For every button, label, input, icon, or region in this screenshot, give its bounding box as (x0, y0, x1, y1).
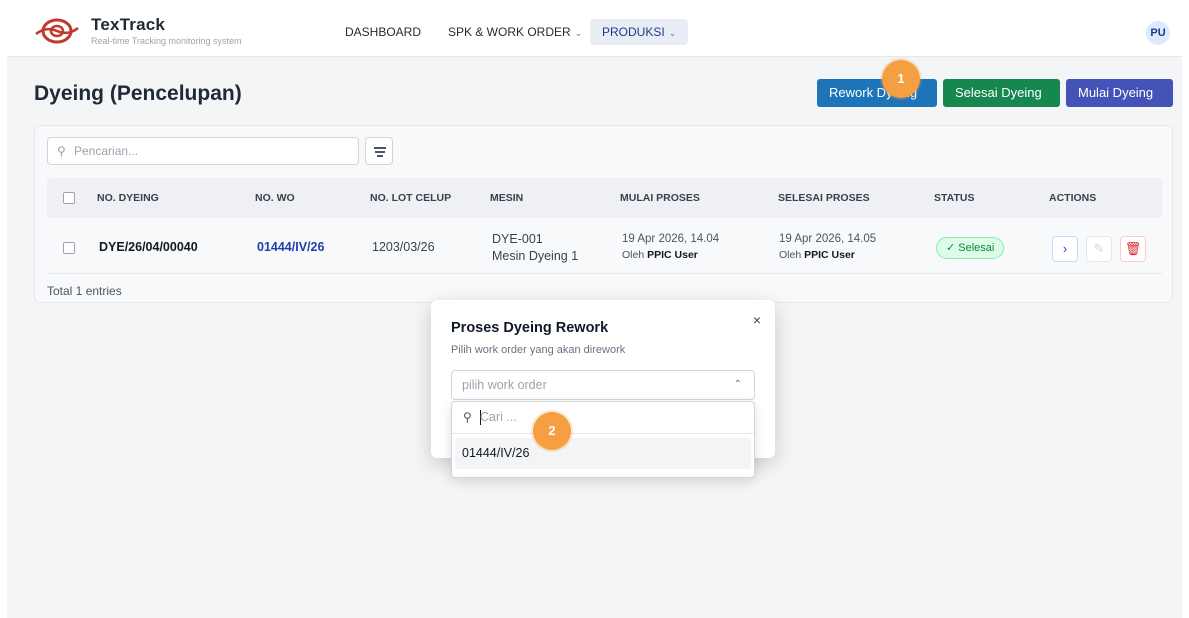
chevron-down-icon: ⌄ (668, 28, 677, 38)
chevron-down-icon: ⌄ (574, 28, 583, 38)
work-order-dropdown: ⚲ Cari ... 01444/IV/26 (451, 401, 755, 478)
select-placeholder: pilih work order (462, 378, 547, 392)
nav-spk-label: SPK & WORK ORDER (448, 25, 571, 39)
search-icon: ⚲ (57, 144, 66, 158)
step-marker-1: 1 (882, 60, 920, 98)
trash-icon: 🗑 (1124, 241, 1142, 256)
table-header: NO. DYEING NO. WO NO. LOT CELUP MESIN MU… (47, 178, 1162, 218)
by-prefix: Oleh (779, 249, 802, 261)
table-row: DYE/26/04/00040 01444/IV/26 1203/03/26 D… (47, 222, 1162, 274)
delete-button[interactable]: 🗑 (1120, 236, 1146, 262)
cell-selesai-by: Oleh PPIC User (779, 248, 855, 263)
work-order-select[interactable]: pilih work order ⌃ (451, 370, 755, 400)
nav-produksi[interactable]: PRODUKSI ⌄ (590, 19, 689, 45)
page-title: Dyeing (Pencelupan) (34, 82, 242, 105)
cell-selesai-time: 19 Apr 2026, 14.05 (779, 233, 877, 245)
mulai-dyeing-button[interactable]: Mulai Dyeing (1066, 79, 1173, 107)
cell-mesin-code: DYE-001 (492, 232, 543, 246)
nav-dashboard-label: DASHBOARD (345, 25, 422, 39)
row-checkbox[interactable] (63, 242, 75, 254)
mulai-user: PPIC User (647, 249, 698, 261)
dyeing-table-card: ⚲ Pencarian... NO. DYEING NO. WO NO. LOT… (34, 125, 1173, 303)
nav-dashboard[interactable]: DASHBOARD (333, 19, 433, 45)
col-selesai-proses[interactable]: SELESAI PROSES (778, 178, 870, 218)
col-mesin[interactable]: MESIN (490, 178, 523, 218)
cell-no-wo-link[interactable]: 01444/IV/26 (257, 240, 324, 254)
check-circle-icon: ✓ (946, 242, 956, 254)
cell-mulai-time: 19 Apr 2026, 14.04 (622, 233, 720, 245)
close-icon[interactable]: × (753, 312, 761, 328)
dropdown-search-placeholder: Cari ... (480, 410, 517, 424)
step-marker-2: 2 (533, 412, 571, 450)
view-detail-button[interactable]: › (1052, 236, 1078, 262)
col-no-wo[interactable]: NO. WO (255, 178, 295, 218)
modal-subtitle: Pilih work order yang akan dirework (451, 344, 626, 356)
col-status: STATUS (934, 192, 975, 204)
total-entries: Total 1 entries (47, 284, 122, 298)
search-icon: ⚲ (463, 410, 472, 424)
nav-produksi-label: PRODUKSI (602, 25, 665, 39)
dropdown-option[interactable]: 01444/IV/26 (455, 438, 751, 469)
by-prefix: Oleh (622, 249, 645, 261)
dropdown-search-input[interactable]: ⚲ Cari ... (452, 402, 754, 434)
user-avatar[interactable]: PU (1146, 21, 1170, 45)
select-all-checkbox[interactable] (63, 192, 75, 204)
col-mulai-proses[interactable]: MULAI PROSES (620, 178, 700, 218)
selesai-user: PPIC User (804, 249, 855, 261)
brand[interactable]: TexTrack Real-time Tracking monitoring s… (91, 15, 242, 46)
top-navbar: TexTrack Real-time Tracking monitoring s… (7, 7, 1182, 57)
modal-title: Proses Dyeing Rework (451, 320, 609, 336)
app-frame: TexTrack Real-time Tracking monitoring s… (7, 7, 1182, 618)
status-badge: ✓ Selesai (936, 237, 1005, 259)
pencil-icon: ✎ (1093, 241, 1105, 256)
col-actions: ACTIONS (1049, 192, 1097, 204)
brand-tagline: Real-time Tracking monitoring system (91, 36, 242, 46)
cell-mulai-by: Oleh PPIC User (622, 248, 698, 263)
filter-button[interactable] (365, 137, 393, 165)
search-input[interactable]: ⚲ Pencarian... (47, 137, 359, 165)
chevron-right-icon: › (1062, 241, 1068, 256)
cell-no-dyeing: DYE/26/04/00040 (99, 240, 198, 254)
col-no-dyeing[interactable]: NO. DYEING (97, 178, 159, 218)
selesai-dyeing-button[interactable]: Selesai Dyeing (943, 79, 1060, 107)
cell-mesin-name: Mesin Dyeing 1 (492, 249, 579, 263)
brand-name: TexTrack (91, 15, 166, 34)
cell-no-lot-celup: 1203/03/26 (372, 240, 435, 254)
nav-spk-work-order[interactable]: SPK & WORK ORDER ⌄ (436, 19, 594, 45)
col-no-lot-celup[interactable]: NO. LOT CELUP (370, 178, 451, 218)
edit-button[interactable]: ✎ (1086, 236, 1112, 262)
status-label: Selesai (958, 242, 995, 254)
search-placeholder: Pencarian... (74, 144, 139, 158)
textrack-logo-icon (35, 18, 79, 44)
chevron-up-icon: ⌃ (733, 379, 742, 390)
